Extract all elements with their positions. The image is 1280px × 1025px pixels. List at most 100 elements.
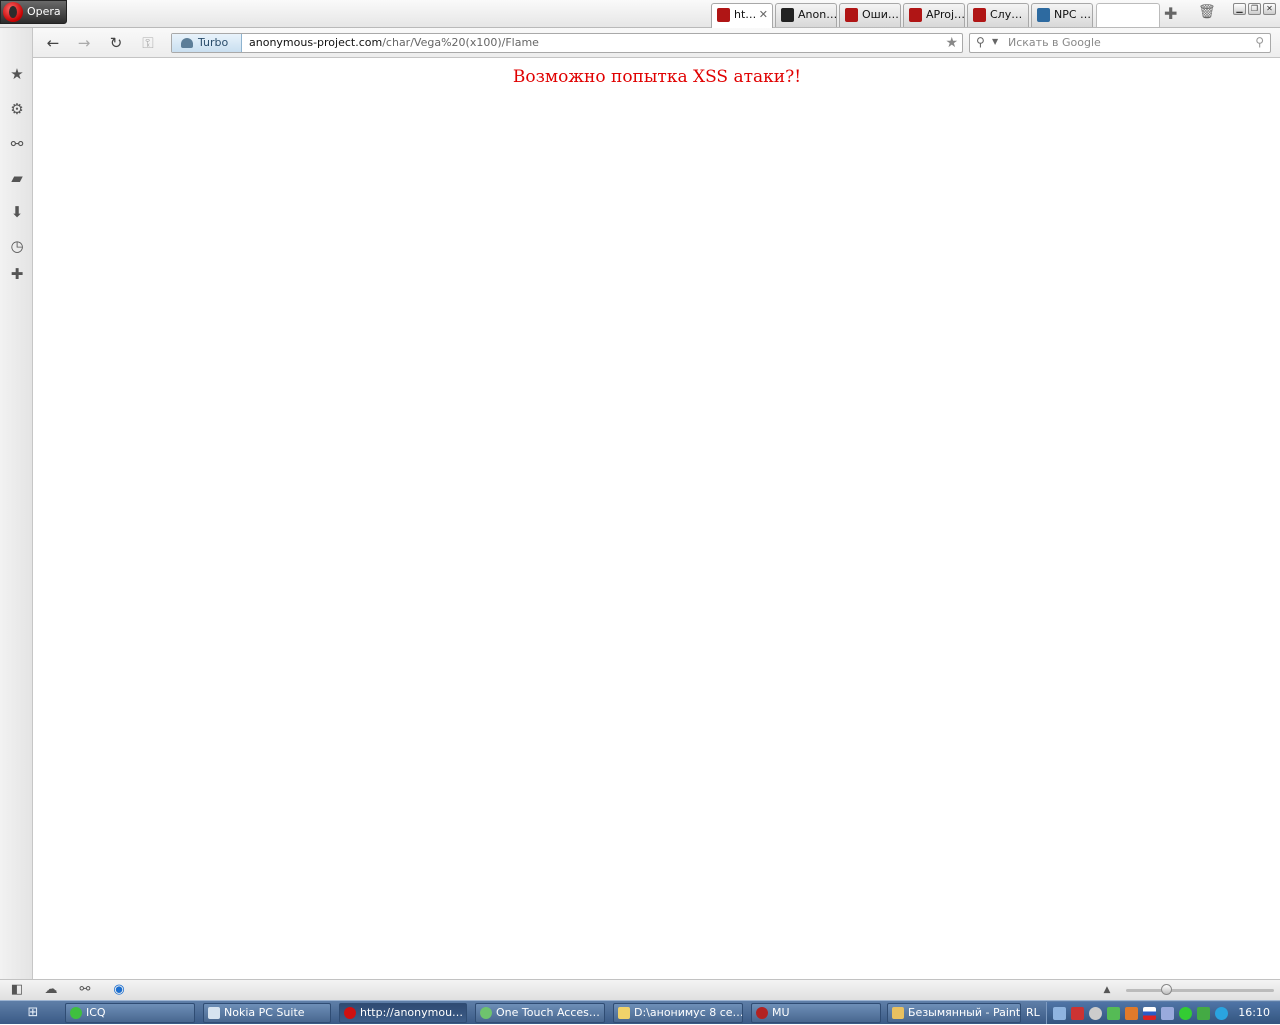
taskbar-item-label: ICQ [86,1006,106,1019]
tab-title: Слу… [990,8,1023,21]
taskbar-item-onetouch[interactable]: One Touch Acces… [475,1003,605,1023]
wand-key-icon[interactable]: ⚿ [137,33,159,53]
opera-favicon-icon [845,8,858,22]
turbo-button[interactable]: Turbo [172,34,242,52]
url-path: /char/Vega%20(x100)/Flame [382,36,539,49]
status-bar: ◧ ☁ ⚯ ◉ ▲ [0,979,1280,1000]
taskbar-item-folder[interactable]: D:\анонимус 8 се… [613,1003,743,1023]
back-arrow-icon[interactable]: ← [42,33,64,53]
opera-favicon-icon [909,8,922,22]
new-tab-plus-icon[interactable]: ✚ [1164,4,1177,23]
trash-icon[interactable]: 🗑 [1198,4,1216,20]
taskbar-item-icq[interactable]: ICQ [65,1003,195,1023]
tab-bar: Opera ht… ✕ Anon… Оши… AProj… Слу… NPC …… [0,0,1280,28]
unite-cloud-icon[interactable]: ☁ [42,982,60,998]
taskbar-item-label: D:\анонимус 8 се… [634,1006,743,1019]
windows-taskbar: ⊞ ICQ Nokia PC Suite http://anonymou… On… [0,1000,1280,1024]
tab-current[interactable]: ht… ✕ [711,3,773,28]
tray-volume-icon[interactable] [1125,1007,1138,1020]
tab-title: AProj… [926,8,965,21]
page-content: Возможно попытка XSS атаки?! [34,59,1280,979]
tab-title: NPC … [1054,8,1092,21]
tab-title: ht… [734,8,757,21]
taskbar-item-nokia[interactable]: Nokia PC Suite [203,1003,331,1023]
panel-toggle-icon[interactable]: ◧ [8,982,26,998]
start-button[interactable]: ⊞ [20,1004,46,1022]
onetouch-icon [480,1007,492,1019]
tray-network-icon[interactable] [1071,1007,1084,1020]
notes-icon[interactable]: ▰ [7,168,27,188]
taskbar-item-label: http://anonymou… [360,1006,464,1019]
taskbar-item-opera[interactable]: http://anonymou… [339,1003,467,1023]
tab-errors[interactable]: Оши… [839,3,901,27]
tab-aproject[interactable]: AProj… [903,3,965,27]
turbo-label: Turbo [198,36,229,49]
side-panel-bar: ★ ⚙ ⚯ ▰ ⬇ ◷ ✚ [0,28,33,979]
folder-icon [618,1007,630,1019]
search-placeholder: Искать в Google [1008,36,1101,49]
forward-arrow-icon[interactable]: → [73,33,95,53]
search-engine-icon[interactable]: ⚲ [976,35,985,49]
mu-icon [756,1007,768,1019]
turbo-gauge-icon [181,38,193,48]
widgets-gear-icon[interactable]: ⚙ [7,99,27,119]
tab-empty[interactable] [1096,3,1160,27]
turbo-status-icon[interactable]: ◉ [110,982,128,998]
history-clock-icon[interactable]: ◷ [7,236,27,256]
taskbar-item-label: MU [772,1006,790,1019]
system-tray: 16:10 [1046,1002,1280,1024]
add-panel-plus-icon[interactable]: ✚ [7,264,27,284]
search-field[interactable]: ⚲ ▼ Искать в Google ⚲ [969,33,1271,53]
close-window-icon[interactable]: ✕ [1263,3,1276,15]
close-tab-icon[interactable]: ✕ [759,4,768,26]
tray-skype-icon[interactable] [1215,1007,1228,1020]
downloads-icon[interactable]: ⬇ [7,202,27,222]
zoom-up-arrow-icon[interactable]: ▲ [1098,982,1116,998]
restore-icon[interactable]: ❐ [1248,3,1261,15]
minimize-icon[interactable]: ▁ [1233,3,1246,15]
tray-flag-icon[interactable] [1143,1007,1156,1020]
navigation-bar: ← → ↻ ⚿ Turbo anonymous-project.com/char… [33,28,1280,58]
share-icon[interactable]: ⚯ [76,982,94,998]
bookmark-star-icon[interactable]: ★ [945,34,958,52]
unite-share-icon[interactable]: ⚯ [7,134,27,154]
zoom-slider[interactable] [1126,989,1274,992]
address-field[interactable]: Turbo anonymous-project.com/char/Vega%20… [171,33,963,53]
opera-menu-label: Opera [27,5,61,18]
language-indicator[interactable]: RL [1026,1001,1040,1025]
tab-slu[interactable]: Слу… [967,3,1029,27]
opera-menu-button[interactable]: Opera [0,0,67,24]
tab-title: Anon… [798,8,837,21]
tab-title: Оши… [862,8,899,21]
taskbar-item-label: Безымянный - Paint [908,1006,1021,1019]
icq-icon [70,1007,82,1019]
tray-icq-icon[interactable] [1179,1007,1192,1020]
tab-anonymous[interactable]: Anon… [775,3,837,27]
chevron-down-icon[interactable]: ▼ [992,37,998,46]
bookmarks-star-icon[interactable]: ★ [7,64,27,84]
taskbar-item-label: One Touch Acces… [496,1006,600,1019]
tray-update-icon[interactable] [1107,1007,1120,1020]
zoom-slider-handle[interactable] [1161,984,1172,995]
taskbar-clock: 16:10 [1238,1006,1270,1019]
tray-pen-icon[interactable] [1161,1007,1174,1020]
reload-icon[interactable]: ↻ [105,33,127,53]
tray-app-icon[interactable] [1053,1007,1066,1020]
opera-favicon-icon [717,8,730,22]
tab-npc[interactable]: NPC … [1031,3,1093,27]
opera-logo-icon [3,2,23,22]
url-host: anonymous-project.com [249,36,383,49]
taskbar-item-mu[interactable]: MU [751,1003,881,1023]
url-text[interactable]: anonymous-project.com/char/Vega%20(x100)… [249,34,539,52]
opera-favicon-icon [973,8,986,22]
taskbar-item-label: Nokia PC Suite [224,1006,305,1019]
search-go-icon[interactable]: ⚲ [1255,35,1264,49]
xss-warning-message: Возможно попытка XSS атаки?! [512,67,802,87]
nokia-icon [208,1007,220,1019]
paint-icon [892,1007,904,1019]
npc-favicon-icon [1037,8,1050,22]
opera-icon [344,1007,356,1019]
tray-disk-icon[interactable] [1089,1007,1102,1020]
taskbar-item-paint[interactable]: Безымянный - Paint [887,1003,1021,1023]
tray-shield-icon[interactable] [1197,1007,1210,1020]
